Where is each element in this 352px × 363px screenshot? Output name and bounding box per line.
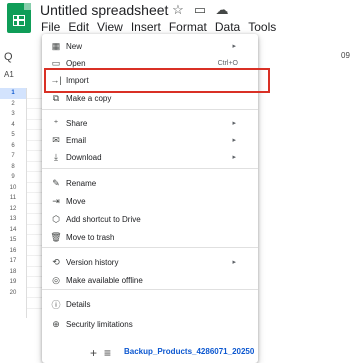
- logo-grid: [13, 15, 25, 26]
- menu-separator: [42, 247, 258, 248]
- submenu-arrow-icon: ▸: [232, 137, 236, 144]
- drive-shortcut-icon: ⬡: [52, 213, 60, 224]
- menu-item-share[interactable]: ⁺ Share ▸: [42, 114, 258, 132]
- row-header-16[interactable]: 16: [0, 246, 26, 257]
- move-icon: ⇥: [52, 195, 60, 206]
- menu-item-label: Make a copy: [66, 93, 112, 103]
- row-header-9[interactable]: 9: [0, 172, 26, 183]
- share-icon: ⁺: [53, 117, 59, 128]
- folder-icon: ▭: [51, 57, 61, 68]
- menu-item-version-history[interactable]: ⟲ Version history ▸: [42, 253, 258, 271]
- menu-item-label: Details: [66, 299, 91, 309]
- menu-item-security-limitations[interactable]: ⊕ Security limitations: [42, 315, 258, 333]
- menu-item-label: Email: [66, 135, 87, 145]
- sheet-tabs-bar: + ≡ Backup_Products_4286071_20250: [0, 346, 352, 363]
- menu-separator: [42, 168, 258, 169]
- menu-item-label: New: [66, 41, 83, 51]
- menu-item-label: Add shortcut to Drive: [66, 214, 141, 224]
- menu-item-rename[interactable]: ✎ Rename: [42, 174, 258, 192]
- copy-icon: ⧉: [52, 92, 60, 103]
- menu-item-label: Rename: [66, 178, 97, 188]
- row-header-5[interactable]: 5: [0, 130, 26, 141]
- menu-item-label: Security limitations: [66, 319, 133, 329]
- info-icon: ⓘ: [51, 299, 61, 310]
- trash-icon: 🗑: [50, 231, 62, 242]
- row-header-10[interactable]: 10: [0, 183, 26, 194]
- submenu-arrow-icon: ▸: [232, 259, 236, 266]
- menu-separator: [42, 289, 258, 290]
- search-icon[interactable]: Q: [4, 51, 13, 63]
- menu-item-label: Download: [66, 152, 102, 162]
- row-header-14[interactable]: 14: [0, 225, 26, 236]
- menu-insert[interactable]: Insert: [130, 20, 162, 34]
- row-header-8[interactable]: 8: [0, 162, 26, 173]
- import-highlight-box: [44, 68, 270, 93]
- menu-item-label: Move to trash: [66, 232, 115, 242]
- row-header-13[interactable]: 13: [0, 214, 26, 225]
- menu-item-add-shortcut-to-drive[interactable]: ⬡ Add shortcut to Drive: [42, 210, 258, 228]
- row-header-7[interactable]: 7: [0, 151, 26, 162]
- row-header-17[interactable]: 17: [0, 256, 26, 267]
- zoom-fragment[interactable]: 09: [341, 51, 350, 60]
- menu-item-move-to-trash[interactable]: 🗑 Move to trash: [42, 228, 258, 246]
- row-header-11[interactable]: 11: [0, 193, 26, 204]
- name-box[interactable]: A1: [4, 70, 14, 79]
- document-title[interactable]: Untitled spreadsheet: [40, 2, 168, 18]
- submenu-arrow-icon: ▸: [232, 43, 236, 50]
- submenu-arrow-icon: ▸: [232, 154, 236, 161]
- cloud-icon[interactable]: ☁: [214, 2, 230, 18]
- menu-item-make-available-offline[interactable]: ◎ Make available offline: [42, 271, 258, 289]
- row-header-4[interactable]: 4: [0, 120, 26, 131]
- row-header-divider: [26, 88, 27, 318]
- all-sheets-button[interactable]: ≡: [104, 346, 111, 360]
- row-header-6[interactable]: 6: [0, 141, 26, 152]
- menu-edit[interactable]: Edit: [67, 20, 90, 34]
- new-icon: ▦: [51, 40, 61, 51]
- folder-icon[interactable]: ▭: [192, 2, 208, 18]
- sheet-tab[interactable]: Backup_Products_4286071_20250: [124, 347, 254, 356]
- menu-item-download[interactable]: ⤓ Download ▸: [42, 148, 258, 166]
- shortcut-hint: Ctrl+O: [217, 59, 238, 67]
- menu-data[interactable]: Data: [214, 20, 241, 34]
- row-header-12[interactable]: 12: [0, 204, 26, 215]
- row-header-18[interactable]: 18: [0, 267, 26, 278]
- menu-item-label: Move: [66, 196, 86, 206]
- title-icons: ☆ ▭ ☁: [170, 2, 230, 18]
- menu-view[interactable]: View: [96, 20, 124, 34]
- menu-file[interactable]: File: [40, 20, 61, 34]
- sheets-logo-icon[interactable]: [7, 3, 31, 33]
- row-header-2[interactable]: 2: [0, 99, 26, 110]
- row-header-15[interactable]: 15: [0, 235, 26, 246]
- add-sheet-button[interactable]: +: [90, 346, 97, 360]
- menu-tools[interactable]: Tools: [247, 20, 277, 34]
- menu-item-details[interactable]: ⓘ Details: [42, 295, 258, 313]
- email-icon: ✉: [52, 134, 60, 145]
- menu-item-label: Make available offline: [66, 275, 143, 285]
- row-header-19[interactable]: 19: [0, 277, 26, 288]
- menu-item-email[interactable]: ✉ Email ▸: [42, 131, 258, 149]
- rename-icon: ✎: [52, 177, 60, 188]
- menu-item-label: Open: [66, 58, 86, 68]
- star-icon[interactable]: ☆: [170, 2, 186, 18]
- download-icon: ⤓: [54, 151, 58, 162]
- menu-item-move[interactable]: ⇥ Move: [42, 192, 258, 210]
- security-icon: ⊕: [52, 318, 60, 329]
- menubar: File Edit View Insert Format Data Tools: [40, 20, 277, 34]
- menu-format[interactable]: Format: [168, 20, 208, 34]
- submenu-arrow-icon: ▸: [232, 120, 236, 127]
- menu-item-label: Version history: [66, 257, 119, 267]
- history-icon: ⟲: [52, 256, 60, 267]
- row-header-3[interactable]: 3: [0, 109, 26, 120]
- offline-icon: ◎: [52, 274, 60, 285]
- menu-separator: [42, 109, 258, 110]
- logo-fold: [24, 3, 31, 10]
- row-header-1[interactable]: 1: [0, 88, 26, 99]
- menu-item-new[interactable]: ▦ New ▸: [42, 37, 258, 55]
- menu-item-label: Share: [66, 118, 88, 128]
- row-header-20[interactable]: 20: [0, 288, 26, 299]
